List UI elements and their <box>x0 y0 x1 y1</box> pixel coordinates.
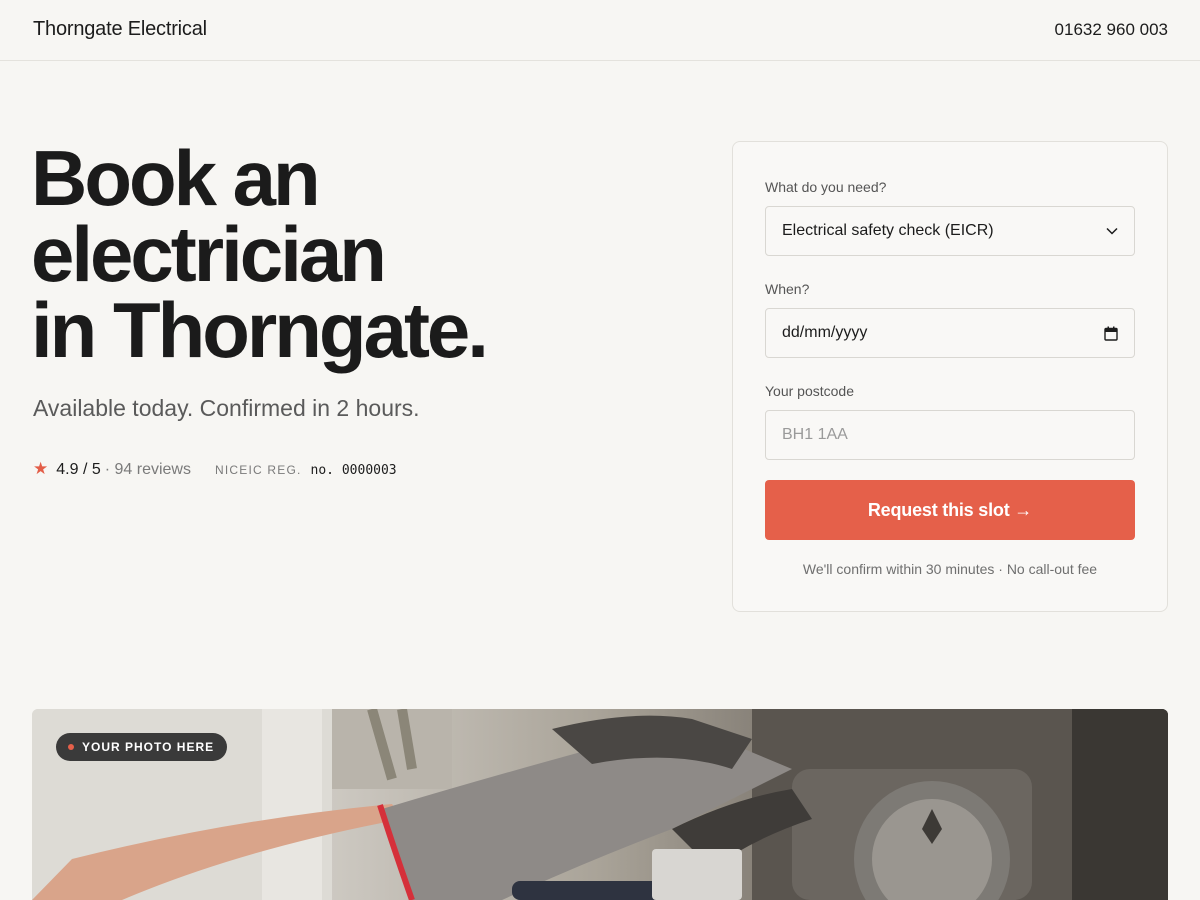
chevron-down-icon <box>1106 227 1118 235</box>
rating-value: 4.9 / 5 <box>56 461 101 478</box>
hero-title-line: Book an <box>31 134 321 222</box>
booking-form: What do you need? Electrical safety chec… <box>732 141 1168 612</box>
date-value: dd/mm/yyyy <box>782 324 868 341</box>
badge-dot-icon <box>68 744 74 750</box>
hero-title: Book an electrician in Thorngate. <box>31 134 631 374</box>
photo-placeholder-badge: YOUR PHOTO HERE <box>56 733 228 761</box>
date-input[interactable]: dd/mm/yyyy <box>765 308 1135 358</box>
service-label: What do you need? <box>765 179 887 195</box>
service-selected-value: Electrical safety check (EICR) <box>782 222 994 239</box>
postcode-placeholder: BH1 1AA <box>782 426 848 443</box>
hero-photo: YOUR PHOTO HERE <box>32 709 1168 900</box>
hero-subtitle: Available today. Confirmed in 2 hours. <box>33 395 420 421</box>
confirmation-note: We'll confirm within 30 minutes · No cal… <box>802 561 1098 577</box>
registration-number: no. 0000003 <box>310 463 397 478</box>
star-icon: ★ <box>33 459 49 478</box>
badge-label: YOUR PHOTO HERE <box>82 740 215 754</box>
trust-row: ★ 4.9 / 5 · 94 reviews NICEIC REG. no. 0… <box>33 459 397 479</box>
calendar-icon[interactable] <box>1104 326 1118 341</box>
when-label: When? <box>765 281 810 297</box>
request-slot-button[interactable]: Request this slot → <box>765 480 1135 540</box>
review-count: · 94 reviews <box>104 461 191 478</box>
hero-title-line: electrician <box>31 210 387 298</box>
brand-logo[interactable]: Thorngate Electrical <box>33 18 207 41</box>
service-select[interactable]: Electrical safety check (EICR) <box>765 206 1135 256</box>
postcode-input[interactable]: BH1 1AA <box>765 410 1135 460</box>
phone-link[interactable]: 01632 960 003 <box>1055 20 1168 40</box>
registration-label: NICEIC REG. <box>214 463 302 477</box>
postcode-label: Your postcode <box>765 383 854 399</box>
hero-title-line: in Thorngate. <box>31 286 489 374</box>
site-header: Thorngate Electrical 01632 960 003 <box>0 0 1200 61</box>
